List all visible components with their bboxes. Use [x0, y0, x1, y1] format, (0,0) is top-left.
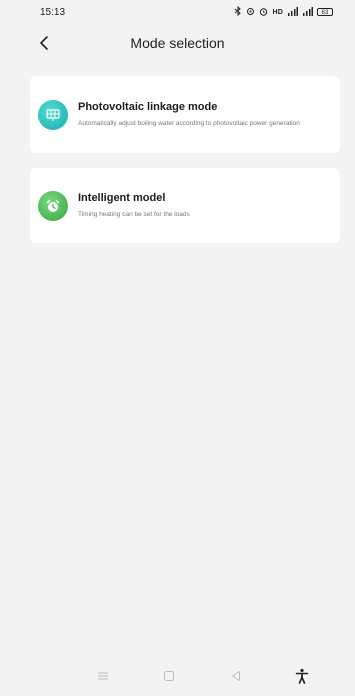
back-button[interactable] [32, 31, 56, 55]
settings-icon [246, 7, 255, 18]
photovoltaic-mode-card[interactable]: Photovoltaic linkage mode Automatically … [30, 76, 340, 153]
menu-icon [98, 672, 109, 680]
home-square-icon [164, 671, 175, 681]
status-icons: HD 63 [234, 5, 333, 18]
solar-panel-icon [38, 99, 68, 130]
mode-description: Automatically adjust boiling water accor… [78, 120, 300, 127]
hd-icon: HD [272, 8, 283, 16]
mode-text: Photovoltaic linkage mode Automatically … [78, 101, 300, 128]
mode-title: Intelligent model [78, 192, 166, 204]
page-title: Mode selection [130, 35, 225, 51]
accessibility-icon [295, 668, 309, 684]
system-back-button[interactable] [225, 665, 247, 687]
status-time: 15:13 [40, 6, 66, 18]
header: Mode selection [0, 26, 355, 60]
battery-icon: 63 [317, 8, 333, 16]
menu-button[interactable] [92, 665, 114, 687]
system-navigation-bar [0, 656, 355, 696]
signal-icon-1 [287, 6, 298, 18]
bluetooth-icon [234, 5, 242, 18]
mode-description: Timing heating can be set for the loads [78, 211, 190, 218]
status-bar: 15:13 HD 63 [0, 0, 355, 24]
signal-icon-2 [302, 6, 313, 18]
alarm-clock-icon [38, 190, 68, 221]
chevron-left-icon [40, 36, 48, 50]
intelligent-mode-card[interactable]: Intelligent model Timing heating can be … [30, 168, 340, 243]
alarm-icon [259, 7, 268, 18]
mode-text: Intelligent model Timing heating can be … [78, 192, 190, 219]
back-triangle-icon [231, 671, 240, 681]
accessibility-button[interactable] [291, 665, 313, 687]
home-button[interactable] [158, 665, 180, 687]
mode-title: Photovoltaic linkage mode [78, 101, 218, 113]
